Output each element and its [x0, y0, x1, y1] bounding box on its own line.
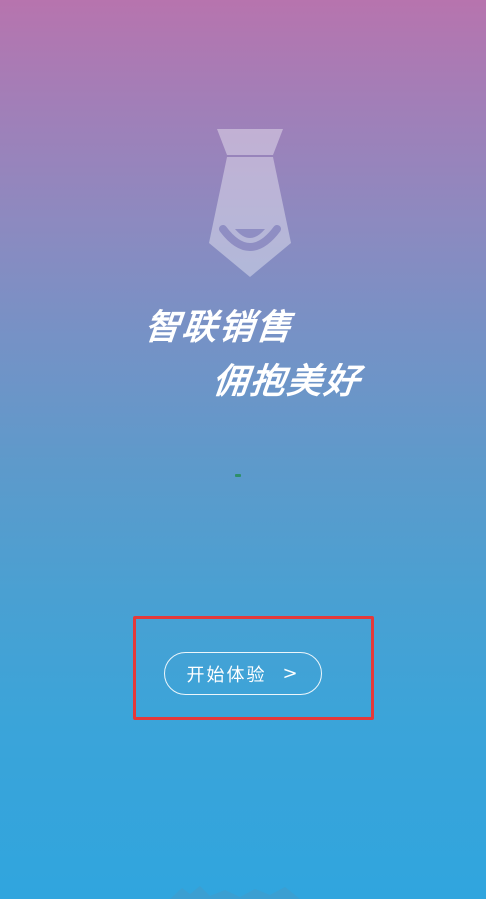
start-experience-button[interactable]: 开始体验 >: [164, 652, 322, 695]
slogan-line-1: 智联销售: [142, 308, 296, 348]
splash-screen: 智联销售 佣抱美好 开始体验 >: [0, 0, 486, 899]
chevron-right-icon: >: [282, 663, 300, 684]
start-button-label: 开始体验: [186, 664, 267, 686]
bottom-decoration: [170, 886, 300, 899]
tie-logo-icon: [209, 129, 291, 277]
loading-indicator: [235, 474, 241, 477]
slogan-line-2: 佣抱美好: [210, 362, 364, 402]
